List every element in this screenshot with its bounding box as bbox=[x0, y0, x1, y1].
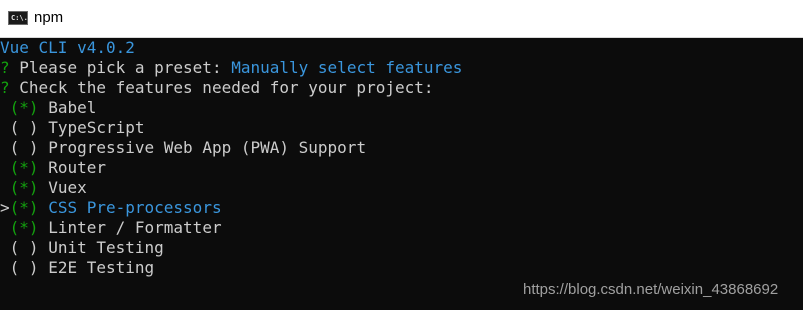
preset-selected-value: Manually select features bbox=[231, 58, 463, 77]
feature-checkbox: (*) bbox=[9, 158, 39, 177]
feature-option-css-preprocessors[interactable]: >(*) CSS Pre-processors bbox=[0, 198, 222, 218]
feature-label: Linter / Formatter bbox=[48, 218, 222, 237]
feature-checkbox: ( ) bbox=[9, 118, 39, 137]
feature-label: Progressive Web App (PWA) Support bbox=[48, 138, 367, 157]
title-bar: C:\. npm bbox=[0, 0, 803, 38]
feature-checkbox: (*) bbox=[9, 218, 39, 237]
feature-label: E2E Testing bbox=[48, 258, 155, 277]
selection-pointer-icon: > bbox=[0, 198, 10, 217]
feature-checkbox: (*) bbox=[9, 98, 39, 117]
feature-option-e2e-testing[interactable]: ( ) E2E Testing bbox=[0, 258, 155, 278]
feature-option-vuex[interactable]: (*) Vuex bbox=[0, 178, 87, 198]
features-prompt-line: ? Check the features needed for your pro… bbox=[0, 78, 434, 98]
feature-checkbox: ( ) bbox=[9, 238, 39, 257]
preset-prompt-label: Please pick a preset: bbox=[19, 58, 222, 77]
feature-checkbox: ( ) bbox=[9, 138, 39, 157]
window-title: npm bbox=[34, 9, 64, 26]
feature-checkbox: (*) bbox=[9, 198, 39, 217]
feature-option-pwa[interactable]: ( ) Progressive Web App (PWA) Support bbox=[0, 138, 366, 158]
question-mark: ? bbox=[0, 58, 10, 77]
feature-option-linter[interactable]: (*) Linter / Formatter bbox=[0, 218, 222, 238]
terminal-output[interactable]: Vue CLI v4.0.2 ? Please pick a preset: M… bbox=[0, 38, 803, 310]
console-icon: C:\. bbox=[8, 11, 28, 25]
watermark-url: https://blog.csdn.net/weixin_43868692 bbox=[523, 281, 779, 298]
feature-label: Router bbox=[48, 158, 106, 177]
feature-label: CSS Pre-processors bbox=[48, 198, 222, 217]
feature-option-unit-testing[interactable]: ( ) Unit Testing bbox=[0, 238, 164, 258]
feature-option-router[interactable]: (*) Router bbox=[0, 158, 106, 178]
feature-label: Vuex bbox=[48, 178, 87, 197]
feature-label: TypeScript bbox=[48, 118, 145, 137]
features-prompt-label: Check the features needed for your proje… bbox=[19, 78, 434, 97]
feature-option-babel[interactable]: (*) Babel bbox=[0, 98, 97, 118]
feature-option-typescript[interactable]: ( ) TypeScript bbox=[0, 118, 145, 138]
feature-label: Babel bbox=[48, 98, 97, 117]
preset-prompt-line: ? Please pick a preset: Manually select … bbox=[0, 58, 462, 78]
cli-version-line: Vue CLI v4.0.2 bbox=[0, 38, 135, 57]
question-mark: ? bbox=[0, 78, 10, 97]
feature-checkbox: (*) bbox=[9, 178, 39, 197]
feature-label: Unit Testing bbox=[48, 238, 164, 257]
feature-checkbox: ( ) bbox=[9, 258, 39, 277]
